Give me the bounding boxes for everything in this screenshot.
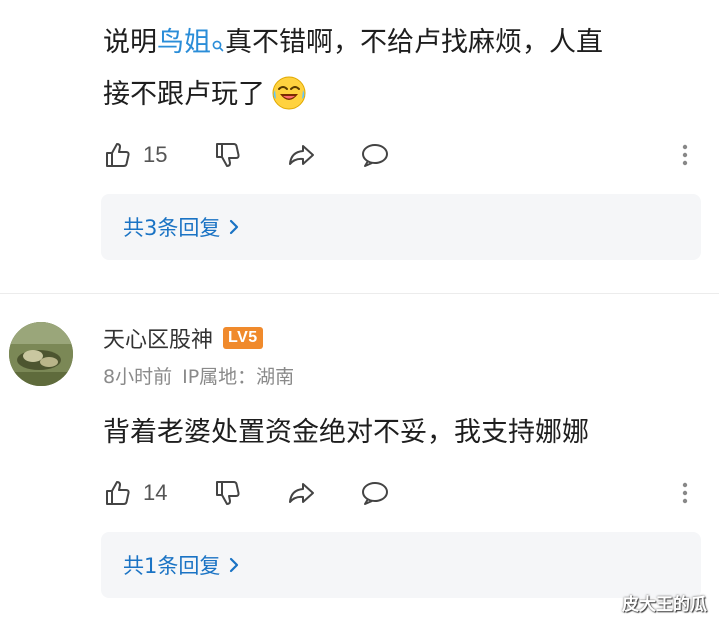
like-icon [106,481,130,505]
dislike-icon [216,143,240,167]
more-button[interactable] [679,138,691,172]
comment-button[interactable] [360,476,390,510]
more-icon [682,482,688,504]
comment-actions: 14 [103,476,703,510]
view-replies-link[interactable]: 共1条回复 [123,550,240,580]
like-count: 14 [143,480,168,505]
dislike-button[interactable] [213,476,243,510]
replies-box[interactable]: 共3条回复 [101,194,701,260]
comment-text-line2: 接不跟卢玩了 [103,72,307,118]
comment-text: 背着老婆处置资金绝对不妥，我支持娜娜 [103,417,589,448]
comment-text-line1: 说明鸟姐 真不错啊，不给卢找麻烦，人直 [103,20,603,66]
share-icon [289,483,314,503]
search-mark-icon[interactable] [211,24,225,52]
comment-meta: 8小时前 IP属地：湖南 [103,362,294,389]
replies-label: 共1条回复 [123,554,221,578]
laughing-crying-emoji-icon [271,75,307,111]
comment-text-part: 真不错啊，不给卢找麻烦，人直 [225,27,603,58]
level-badge: LV5 [223,327,263,349]
replies-box[interactable]: 共1条回复 [101,532,701,598]
share-button[interactable] [286,476,316,510]
comment-actions: 15 [103,138,703,172]
chevron-right-icon [230,557,239,573]
comment-button[interactable] [360,138,390,172]
share-button[interactable] [286,138,316,172]
comment-text-part: 说明 [103,27,157,58]
comment-2: 天心区股神 LV5 8小时前 IP属地：湖南 背着老婆处置资金绝对不妥，我支持娜娜… [0,294,719,626]
ip-location: IP属地：湖南 [182,366,295,388]
comment-text-part: 接不跟卢玩了 [103,79,265,110]
chevron-right-icon [230,219,239,235]
like-button[interactable]: 14 [103,476,167,510]
more-button[interactable] [679,476,691,510]
dislike-icon [216,481,240,505]
replies-label: 共3条回复 [123,216,221,240]
dislike-button[interactable] [213,138,243,172]
watermark: 皮大王的瓜 [622,595,707,615]
more-icon [682,144,688,166]
comment-time: 8小时前 [103,366,173,388]
comment-1: 说明鸟姐 真不错啊，不给卢找麻烦，人直 接不跟卢玩了 15 共3条回复 [0,0,719,294]
username[interactable]: 天心区股神 LV5 [103,322,263,354]
mention-link[interactable]: 鸟姐 [157,27,211,58]
view-replies-link[interactable]: 共3条回复 [123,212,240,242]
comment-icon [362,482,388,505]
like-count: 15 [143,142,168,167]
avatar[interactable] [9,322,73,386]
comment-icon [362,144,388,167]
like-button[interactable]: 15 [103,138,167,172]
share-icon [289,145,314,165]
like-icon [106,143,130,167]
username-text: 天心区股神 [103,328,214,353]
